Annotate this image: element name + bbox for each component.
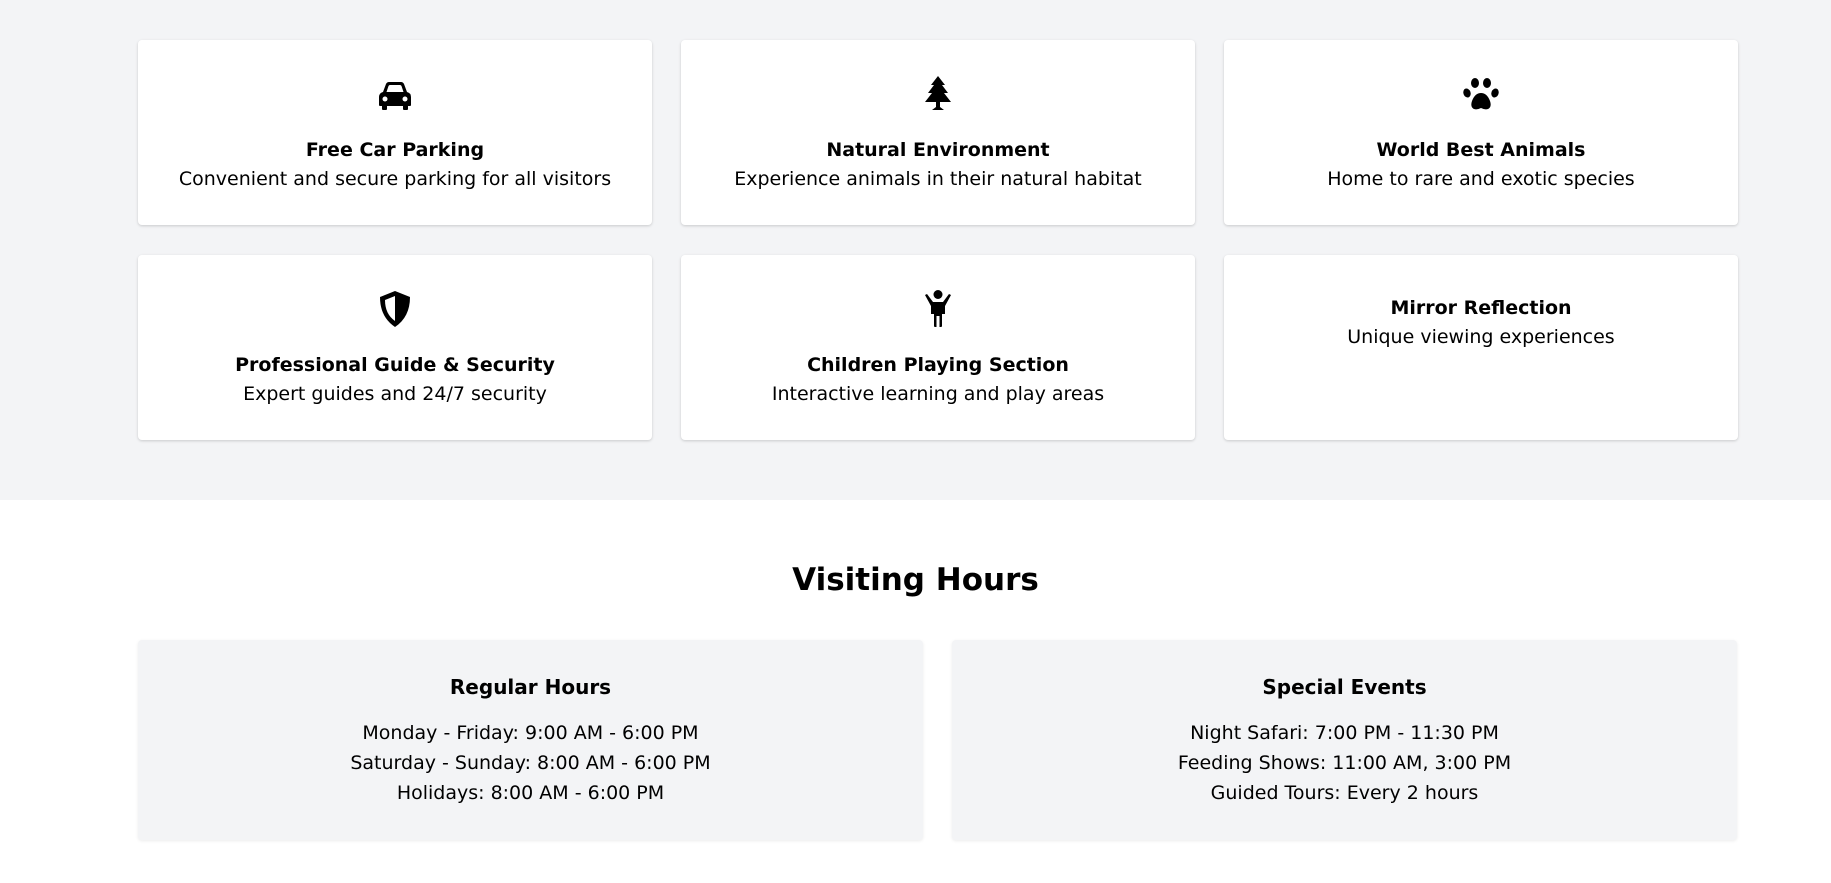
feature-title: Natural Environment	[826, 138, 1050, 161]
feature-card-security: Professional Guide & Security Expert gui…	[138, 255, 652, 440]
feature-description: Home to rare and exotic species	[1327, 167, 1635, 190]
feature-description: Interactive learning and play areas	[771, 382, 1105, 405]
features-section: Free Car Parking Convenient and secure p…	[0, 0, 1831, 500]
section-heading: Visiting Hours	[792, 562, 1039, 598]
feature-card-mirror: Mirror Reflection Unique viewing experie…	[1224, 255, 1738, 440]
tree-icon	[916, 72, 960, 116]
feature-description: Convenient and secure parking for all vi…	[178, 167, 612, 190]
feature-description: Expert guides and 24/7 security	[243, 382, 547, 405]
feature-card-environment: Natural Environment Experience animals i…	[681, 40, 1195, 225]
hours-line: Monday - Friday: 9:00 AM - 6:00 PM	[362, 722, 699, 744]
hours-line: Holidays: 8:00 AM - 6:00 PM	[396, 782, 665, 804]
feature-title: Children Playing Section	[807, 353, 1069, 376]
visiting-hours-section: Visiting Hours Regular Hours Monday - Fr…	[0, 500, 1831, 883]
feature-card-children: Children Playing Section Interactive lea…	[681, 255, 1195, 440]
hours-line: Saturday - Sunday: 8:00 AM - 6:00 PM	[350, 752, 711, 774]
card-title: Special Events	[1262, 675, 1427, 699]
feature-description: Experience animals in their natural habi…	[734, 167, 1142, 190]
special-events-card: Special Events Night Safari: 7:00 PM - 1…	[952, 640, 1737, 840]
feature-title: World Best Animals	[1376, 138, 1586, 161]
feature-title: Mirror Reflection	[1390, 296, 1572, 319]
shield-icon	[373, 287, 417, 331]
feature-card-parking: Free Car Parking Convenient and secure p…	[138, 40, 652, 225]
feature-title: Professional Guide & Security	[235, 353, 555, 376]
paw-icon	[1459, 72, 1503, 116]
hours-line: Feeding Shows: 11:00 AM, 3:00 PM	[1177, 752, 1512, 774]
feature-grid: Free Car Parking Convenient and secure p…	[138, 40, 1738, 440]
feature-title: Free Car Parking	[305, 138, 485, 161]
regular-hours-card: Regular Hours Monday - Friday: 9:00 AM -…	[138, 640, 923, 840]
hours-grid: Regular Hours Monday - Friday: 9:00 AM -…	[138, 640, 1737, 840]
hours-line: Guided Tours: Every 2 hours	[1210, 782, 1479, 804]
feature-card-animals: World Best Animals Home to rare and exot…	[1224, 40, 1738, 225]
feature-description: Unique viewing experiences	[1347, 325, 1615, 348]
hours-line: Night Safari: 7:00 PM - 11:30 PM	[1190, 722, 1499, 744]
card-title: Regular Hours	[449, 675, 612, 699]
car-icon	[373, 72, 417, 116]
child-icon	[916, 287, 960, 331]
